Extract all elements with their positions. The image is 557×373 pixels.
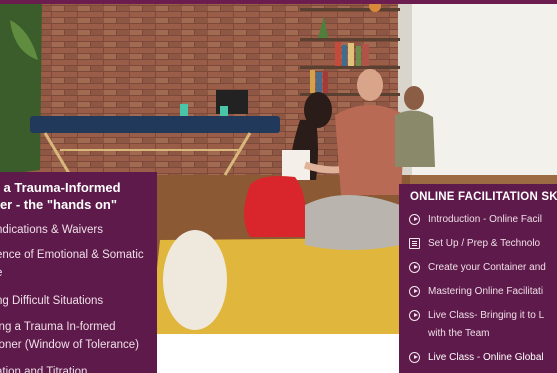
left-lesson-item[interactable]: ation and Titration (0, 363, 87, 373)
play-circle-icon (409, 286, 420, 297)
left-module-title: g a Trauma-Informed ner - the "hands on" (0, 179, 157, 213)
right-lesson-label: Set Up / Prep & Technolo (428, 238, 541, 249)
left-lesson-item[interactable]: ence of Emotional & Somatic (0, 246, 144, 264)
left-lesson-item[interactable]: ng Difficult Situations (0, 292, 103, 310)
left-lesson-item[interactable]: ndications & Waivers (0, 221, 103, 239)
right-lesson-label: Mastering Online Facilitati (428, 286, 544, 297)
play-circle-icon (409, 310, 420, 321)
document-icon (409, 238, 420, 249)
right-lesson-label: Create your Container and (428, 262, 546, 273)
right-module-title: ONLINE FACILITATION SK (410, 191, 557, 203)
left-module-panel: g a Trauma-Informed ner - the "hands on"… (0, 172, 157, 373)
left-module-title-text: g a Trauma-Informed ner - the "hands on" (0, 180, 121, 212)
play-circle-icon (409, 352, 420, 363)
left-lesson-item[interactable]: ing a Trauma In-formed (0, 318, 116, 336)
top-accent-bar (0, 0, 557, 4)
left-lesson-item[interactable]: ioner (Window of Tolerance) (0, 336, 139, 354)
play-circle-icon (409, 214, 420, 225)
right-module-panel: ONLINE FACILITATION SK Introduction - On… (399, 184, 557, 373)
play-circle-icon (409, 262, 420, 273)
right-lesson-label: Live Class - Online Global (428, 352, 544, 363)
right-lesson-label: Live Class- Bringing it to L (428, 310, 545, 321)
right-lesson-label: Introduction - Online Facil (428, 214, 542, 225)
right-lesson-label: with the Team (428, 328, 490, 339)
left-lesson-item[interactable]: e (0, 264, 2, 282)
